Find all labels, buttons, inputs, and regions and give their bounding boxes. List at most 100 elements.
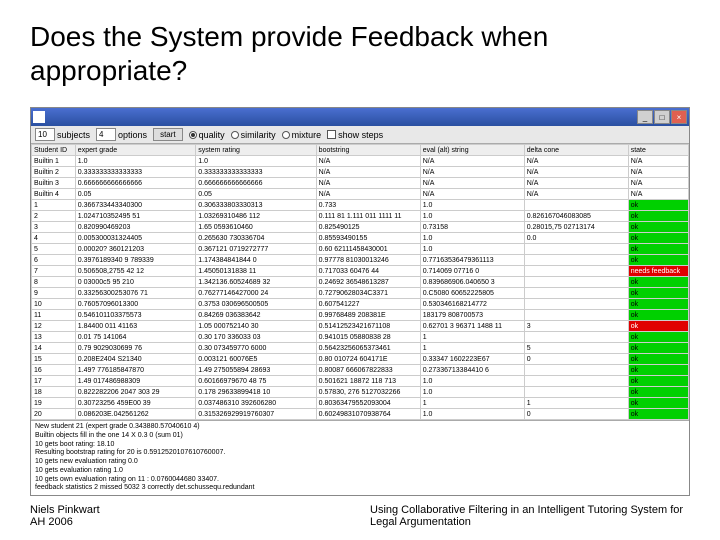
cell: 0.51412523421671108 xyxy=(316,321,420,332)
table-row[interactable]: 121.84400 011 411631.05 000752140 300.51… xyxy=(32,321,689,332)
cell: ok xyxy=(628,233,688,244)
col-state[interactable]: state xyxy=(628,145,688,156)
table-row[interactable]: 161.49? 7761858478701.49 275055894 28693… xyxy=(32,365,689,376)
cell: ok xyxy=(628,255,688,266)
cell: 0.839686906.040650 3 xyxy=(420,277,524,288)
slide-title: Does the System provide Feedback when ap… xyxy=(30,20,690,87)
cell: 0.05 xyxy=(75,189,195,200)
log-line: 10 gets boot rating: 18.10 xyxy=(35,441,685,450)
col-student-id[interactable]: Student ID xyxy=(32,145,76,156)
table-row[interactable]: 200.086203E.0425612620.31532692991976030… xyxy=(32,409,689,420)
cell: N/A xyxy=(316,189,420,200)
col-expert-grade[interactable]: expert grade xyxy=(75,145,195,156)
cell: 0.0 xyxy=(524,233,628,244)
cell: 19 xyxy=(32,398,76,409)
table-row[interactable]: 190.30723256 459E00 390.037486310 392606… xyxy=(32,398,689,409)
log-line: 10 gets own evaluation rating on 11 : 0.… xyxy=(35,476,685,485)
table-row[interactable]: 40.0053000313244050.265630 7303367040.85… xyxy=(32,233,689,244)
subjects-input[interactable] xyxy=(35,128,55,141)
cell: N/A xyxy=(316,167,420,178)
table-row[interactable]: 100.760570960133000.3753 0306965005050.6… xyxy=(32,299,689,310)
show-steps-label: show steps xyxy=(338,130,383,140)
cell: 0.825490125 xyxy=(316,222,420,233)
start-button[interactable]: start xyxy=(153,128,183,141)
cell: 0.30723256 459E00 39 xyxy=(75,398,195,409)
quality-label: quality xyxy=(199,130,225,140)
cell xyxy=(524,299,628,310)
table-row[interactable]: 180.822282206 2047 303 290.178 296338994… xyxy=(32,387,689,398)
minimize-button[interactable]: _ xyxy=(637,110,653,124)
cell: 14 xyxy=(32,343,76,354)
table-row[interactable]: 50.00020? 3601212030.367121 07192727770.… xyxy=(32,244,689,255)
table-row[interactable]: 150.208E2404 S213400.003121 60076E50.80 … xyxy=(32,354,689,365)
cell: 1.84400 011 41163 xyxy=(75,321,195,332)
col-bootstring[interactable]: bootstring xyxy=(316,145,420,156)
titlebar: _ □ × xyxy=(31,108,689,126)
table-row[interactable]: 21.024710352495 511.03269310486 1120.111… xyxy=(32,211,689,222)
cell: 0.97778 81030013246 xyxy=(316,255,420,266)
cell: 0.941015 05880838 28 xyxy=(316,332,420,343)
maximize-button[interactable]: □ xyxy=(654,110,670,124)
col-evalstring[interactable]: eval (alt) string xyxy=(420,145,524,156)
cell xyxy=(524,266,628,277)
cell: 1.0 xyxy=(420,409,524,420)
cell: 5 xyxy=(524,343,628,354)
cell: 15 xyxy=(32,354,76,365)
cell: 0.306333803330313 xyxy=(196,200,316,211)
cell: 5 xyxy=(32,244,76,255)
results-table: Student ID expert grade system rating bo… xyxy=(31,144,689,420)
table-row[interactable]: 70.506508,2755 42 121.45050131838 110.71… xyxy=(32,266,689,277)
table-row[interactable]: Builtin 40.050.05N/AN/AN/AN/A xyxy=(32,189,689,200)
cell: 1.0 xyxy=(75,156,195,167)
cell xyxy=(524,277,628,288)
close-button[interactable]: × xyxy=(671,110,687,124)
cell: ok xyxy=(628,288,688,299)
quality-radio[interactable] xyxy=(189,131,197,139)
cell: 0.30 073459770 6000 xyxy=(196,343,316,354)
table-row[interactable]: 130.01 75 1410640.30 170 336033 030.9410… xyxy=(32,332,689,343)
table-row[interactable]: 140.79 9029030699 760.30 073459770 60000… xyxy=(32,343,689,354)
cell: 0.717033 60476 44 xyxy=(316,266,420,277)
table-row[interactable]: 171.49 0174869883090.60166979670 48 750.… xyxy=(32,376,689,387)
log-line: Builtin objects fill in the one 14 X 0.3… xyxy=(35,432,685,441)
col-system-rating[interactable]: system rating xyxy=(196,145,316,156)
table-row[interactable]: Builtin 30.6666666666666660.666666666666… xyxy=(32,178,689,189)
log-line: 10 gets evaluation rating 1.0 xyxy=(35,467,685,476)
cell: needs feedback xyxy=(628,266,688,277)
show-steps-checkbox[interactable] xyxy=(327,130,336,139)
mixture-radio[interactable] xyxy=(282,131,290,139)
table-row[interactable]: 10.3667334433403000.3063338033303130.733… xyxy=(32,200,689,211)
table-row[interactable]: Builtin 20.3333333333333330.333333333333… xyxy=(32,167,689,178)
cell: 0.28015,75 02713174 xyxy=(524,222,628,233)
table-row[interactable]: 60.3976189340 9 7893391.174384841844 00.… xyxy=(32,255,689,266)
table-row[interactable]: Builtin 11.01.0N/AN/AN/AN/A xyxy=(32,156,689,167)
cell: 0.01 75 141064 xyxy=(75,332,195,343)
table-row[interactable]: 80 03000c5 95 2101.342136.60524689 320.2… xyxy=(32,277,689,288)
cell: 0.826167046083085 xyxy=(524,211,628,222)
cell: 13 xyxy=(32,332,76,343)
cell: 0.80363479552093004 xyxy=(316,398,420,409)
cell: N/A xyxy=(628,189,688,200)
similarity-radio[interactable] xyxy=(231,131,239,139)
cell: Builtin 4 xyxy=(32,189,76,200)
cell: 1 xyxy=(524,398,628,409)
cell: 0.666666666666666 xyxy=(196,178,316,189)
table-row[interactable]: 30.8209904692031.65 05936104600.82549012… xyxy=(32,222,689,233)
col-deltacone[interactable]: delta cone xyxy=(524,145,628,156)
cell: N/A xyxy=(628,156,688,167)
cell: ok xyxy=(628,343,688,354)
options-input[interactable] xyxy=(96,128,116,141)
log-line: 10 gets new evaluation rating 0.0 xyxy=(35,458,685,467)
table-row[interactable]: 110.5461011033755730.84269 0363836420.99… xyxy=(32,310,689,321)
cell: 3 xyxy=(524,321,628,332)
cell: ok xyxy=(628,211,688,222)
table-row[interactable]: 90.33256300253076 710.76277146427000 240… xyxy=(32,288,689,299)
cell: 0.05 xyxy=(196,189,316,200)
cell: 0.607541227 xyxy=(316,299,420,310)
cell: 1.0 xyxy=(420,376,524,387)
cell: 17 xyxy=(32,376,76,387)
cell: 1 xyxy=(420,343,524,354)
similarity-label: similarity xyxy=(241,130,276,140)
cell: ok xyxy=(628,277,688,288)
cell: 0.85593490155 xyxy=(316,233,420,244)
